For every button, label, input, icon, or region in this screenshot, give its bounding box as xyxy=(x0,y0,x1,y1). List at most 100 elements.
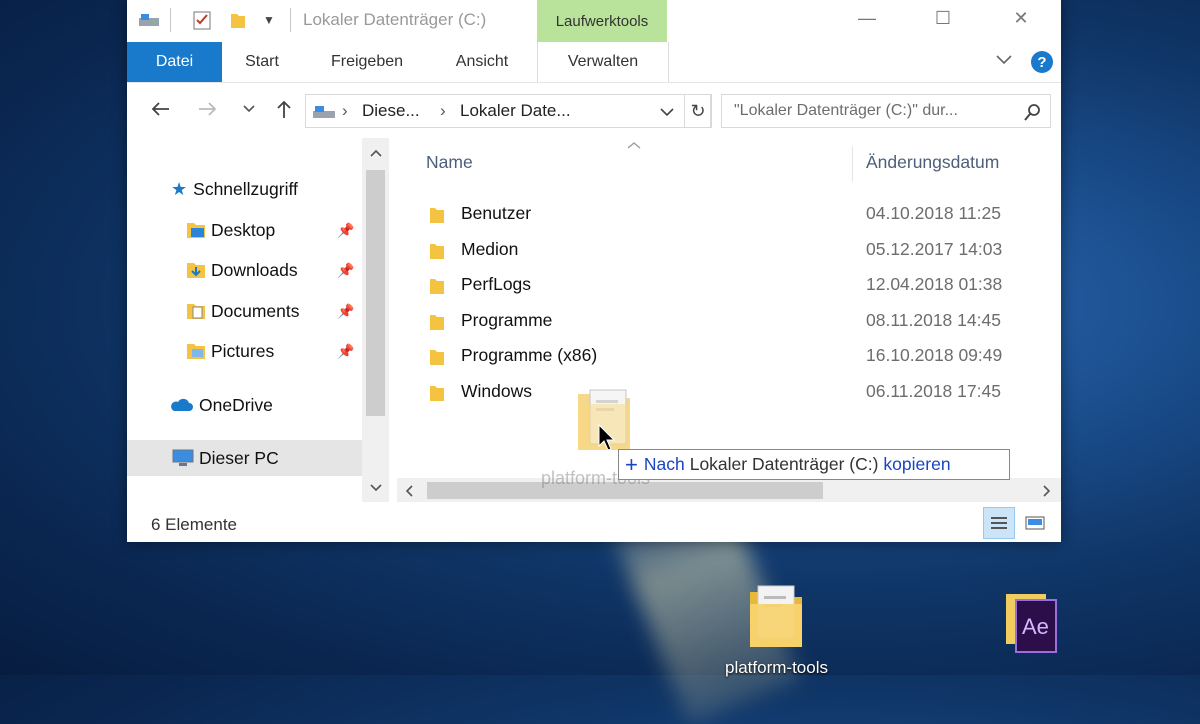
tooltip-target: Lokaler Datenträger (C:) xyxy=(689,454,879,474)
downloads-folder-icon xyxy=(187,263,205,278)
folder-icon xyxy=(750,585,803,647)
file-name: Programme (x86) xyxy=(461,345,598,365)
address-dropdown-icon[interactable] xyxy=(660,107,674,117)
nav-item-label: Downloads xyxy=(211,259,298,280)
column-header-name[interactable]: Name xyxy=(426,138,473,186)
desktop-icon-platform-tools[interactable]: platform-tools xyxy=(725,580,828,678)
customize-quick-access-icon[interactable]: ▼ xyxy=(259,9,279,31)
scrollbar-thumb[interactable] xyxy=(366,170,385,416)
pin-icon[interactable]: 📌 xyxy=(337,303,354,320)
nav-item-label: Pictures xyxy=(211,340,275,361)
nav-item-label: Documents xyxy=(211,300,300,321)
tab-datei[interactable]: Datei xyxy=(127,42,222,82)
folder-icon xyxy=(430,315,444,330)
tab-verwalten[interactable]: Verwalten xyxy=(537,42,669,82)
nav-pane-scrollbar[interactable] xyxy=(362,138,389,502)
documents-folder-icon xyxy=(187,304,205,319)
up-arrow-icon[interactable] xyxy=(271,96,297,122)
properties-icon[interactable] xyxy=(189,9,215,31)
file-name: PerfLogs xyxy=(461,274,532,294)
horizontal-scrollbar[interactable] xyxy=(397,478,1061,502)
forward-arrow-icon[interactable] xyxy=(195,96,221,122)
breadcrumb-this-pc[interactable]: Diese... xyxy=(362,101,420,121)
pin-icon[interactable]: 📌 xyxy=(337,343,354,360)
navigation-bar: › Diese... › Lokaler Date... ↻ "Lokaler … xyxy=(127,83,1061,135)
folder-icon xyxy=(430,208,444,223)
expand-ribbon-icon[interactable] xyxy=(995,52,1013,70)
folder-icon xyxy=(430,350,444,365)
desktop-icon-ae-shortcut[interactable]: Ae xyxy=(1000,588,1064,660)
nav-item-downloads[interactable]: Downloads 📌 xyxy=(127,252,362,288)
ribbon-tabs: Datei Start Freigeben Ansicht Verwalten … xyxy=(127,42,1061,83)
file-name: Windows xyxy=(461,381,532,401)
search-icon[interactable] xyxy=(1024,103,1042,121)
search-input[interactable]: "Lokaler Datenträger (C:)" dur... xyxy=(721,94,1051,128)
mouse-cursor-icon xyxy=(598,424,616,451)
scroll-right-icon[interactable] xyxy=(1043,485,1051,497)
address-bar[interactable]: › Diese... › Lokaler Date... xyxy=(305,94,711,128)
toolbar-divider xyxy=(170,8,171,32)
file-row[interactable]: Windows 06.11.2018 17:45 xyxy=(397,374,1061,409)
pin-icon[interactable]: 📌 xyxy=(337,222,354,239)
file-row[interactable]: Medion 05.12.2017 14:03 xyxy=(397,232,1061,267)
window-title: Lokaler Datenträger (C:) xyxy=(303,10,487,29)
title-bar: ▼ Lokaler Datenträger (C:) Laufwerktools… xyxy=(127,0,1061,42)
file-date: 08.11.2018 14:45 xyxy=(866,310,1001,330)
file-date: 16.10.2018 09:49 xyxy=(866,345,1003,365)
tab-freigeben[interactable]: Freigeben xyxy=(307,42,427,82)
help-icon[interactable]: ? xyxy=(1031,51,1053,73)
folder-icon xyxy=(430,244,444,259)
pictures-folder-icon xyxy=(187,344,205,359)
tab-start[interactable]: Start xyxy=(222,42,302,82)
nav-item-pictures[interactable]: Pictures 📌 xyxy=(127,333,362,369)
column-header-date[interactable]: Änderungsdatum xyxy=(866,138,999,186)
scroll-left-icon[interactable] xyxy=(405,485,413,497)
file-name: Medion xyxy=(461,239,519,259)
after-effects-icon: Ae xyxy=(1006,594,1057,653)
column-divider[interactable] xyxy=(852,146,853,182)
file-name: Programme xyxy=(461,310,553,330)
onedrive-cloud-icon xyxy=(171,398,193,411)
toolbar-divider xyxy=(290,8,291,32)
status-bar: 6 Elemente xyxy=(127,506,1061,542)
item-count: 6 Elemente xyxy=(151,515,237,534)
refresh-icon[interactable]: ↻ xyxy=(684,94,712,128)
search-placeholder: "Lokaler Datenträger (C:)" dur... xyxy=(734,102,958,119)
nav-item-label: Desktop xyxy=(211,219,276,240)
details-view-icon[interactable] xyxy=(983,507,1015,539)
breadcrumb-local-drive[interactable]: Lokaler Date... xyxy=(460,101,571,121)
close-button[interactable]: ✕ xyxy=(999,5,1043,31)
nav-item-label: OneDrive xyxy=(199,394,273,415)
nav-item-schnellzugriff[interactable]: ★ Schnellzugriff xyxy=(127,171,362,207)
back-arrow-icon[interactable] xyxy=(147,96,173,122)
recent-locations-icon[interactable] xyxy=(239,96,259,122)
file-row[interactable]: PerfLogs 12.04.2018 01:38 xyxy=(397,267,1061,302)
file-row[interactable]: Programme 08.11.2018 14:45 xyxy=(397,303,1061,338)
file-row[interactable]: Benutzer 04.10.2018 11:25 xyxy=(397,196,1061,231)
tab-ansicht[interactable]: Ansicht xyxy=(432,42,532,82)
nav-item-onedrive[interactable]: OneDrive xyxy=(127,387,362,423)
file-date: 05.12.2017 14:03 xyxy=(866,239,1003,259)
folder-icon xyxy=(430,386,444,401)
breadcrumb-chevron-icon: › xyxy=(342,101,348,120)
new-folder-icon[interactable] xyxy=(225,9,251,31)
tooltip-action: Nach xyxy=(643,454,685,474)
nav-item-documents[interactable]: Documents 📌 xyxy=(127,293,362,329)
tab-laufwerktools[interactable]: Laufwerktools xyxy=(537,0,667,42)
file-name: Benutzer xyxy=(461,203,532,223)
maximize-button[interactable]: ☐ xyxy=(921,5,965,31)
scroll-up-icon[interactable] xyxy=(370,149,382,157)
nav-item-label: Schnellzugriff xyxy=(193,178,298,199)
navigation-pane: ★ Schnellzugriff Desktop 📌 Downloads 📌 D… xyxy=(127,138,362,502)
desktop-icon-label: platform-tools xyxy=(725,658,828,677)
pin-icon[interactable]: 📌 xyxy=(337,262,354,279)
drive-icon[interactable] xyxy=(135,9,163,31)
nav-item-dieser-pc[interactable]: Dieser PC xyxy=(127,440,362,476)
large-icons-view-icon[interactable] xyxy=(1019,507,1051,539)
drag-copy-tooltip: + Nach Lokaler Datenträger (C:) kopieren xyxy=(618,449,1010,480)
minimize-button[interactable]: — xyxy=(845,5,889,31)
nav-item-desktop[interactable]: Desktop 📌 xyxy=(127,212,362,248)
folder-icon xyxy=(430,279,444,294)
scroll-down-icon[interactable] xyxy=(370,484,382,492)
file-row[interactable]: Programme (x86) 16.10.2018 09:49 xyxy=(397,338,1061,373)
